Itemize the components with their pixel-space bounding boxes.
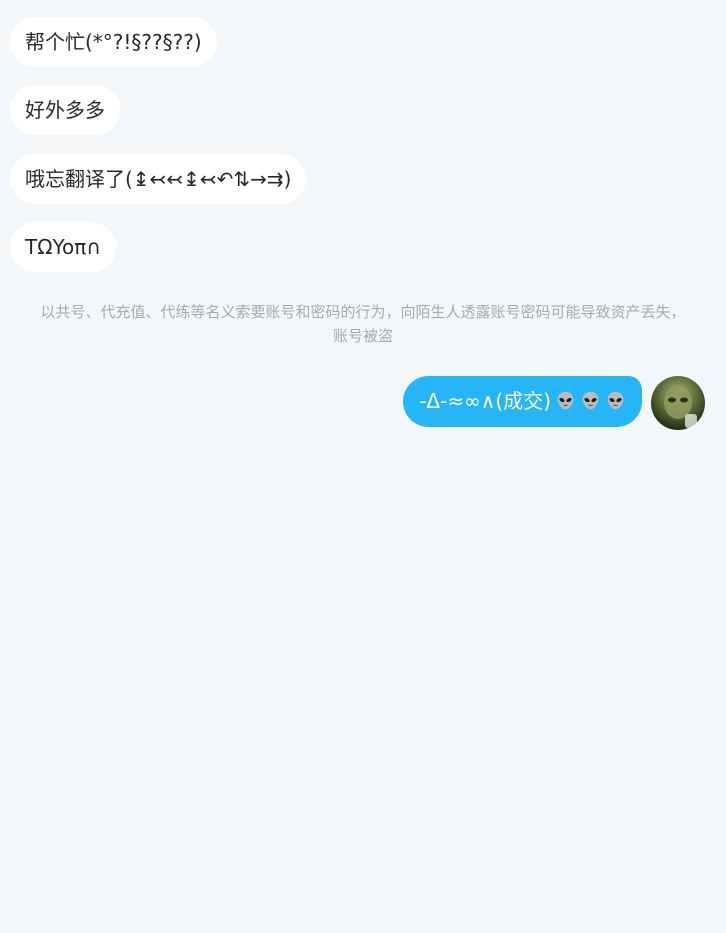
user-avatar[interactable] <box>651 376 705 430</box>
alien-emoji-icon <box>557 391 574 410</box>
incoming-message-bubble[interactable]: 好外多多 <box>10 85 120 135</box>
security-warning-notice: 以共号、代充值、代练等名义索要账号和密码的行为，向陌生人透露账号密码可能导致资产… <box>0 300 726 348</box>
outgoing-message-bubble[interactable]: -Δ-≈∞∧(成交) <box>403 376 642 427</box>
chat-area: 帮个忙(*°?!§??§??) 好外多多 哦忘翻译了(↨↢↢↨↢↶⇅→⇉) TΩ… <box>0 0 726 933</box>
message-text: -Δ-≈∞∧(成交) <box>419 389 551 413</box>
notice-line: 账号被盗 <box>332 327 393 345</box>
incoming-message-bubble[interactable]: TΩYoπ∩ <box>10 222 116 272</box>
message-text: 帮个忙(*°?!§??§??) <box>25 30 202 54</box>
alien-emoji-icon <box>582 391 599 410</box>
incoming-message-bubble[interactable]: 哦忘翻译了(↨↢↢↨↢↶⇅→⇉) <box>10 154 307 204</box>
notice-line: 以共号、代充值、代练等名义索要账号和密码的行为，向陌生人透露账号密码可能导致资产… <box>40 303 686 321</box>
message-text: 哦忘翻译了(↨↢↢↨↢↶⇅→⇉) <box>25 167 292 191</box>
alien-avatar-icon <box>664 385 697 428</box>
alien-emoji-icon <box>607 391 624 410</box>
incoming-message-bubble[interactable]: 帮个忙(*°?!§??§??) <box>10 17 217 67</box>
message-text: 好外多多 <box>25 98 105 122</box>
message-text: TΩYoπ∩ <box>25 235 101 259</box>
